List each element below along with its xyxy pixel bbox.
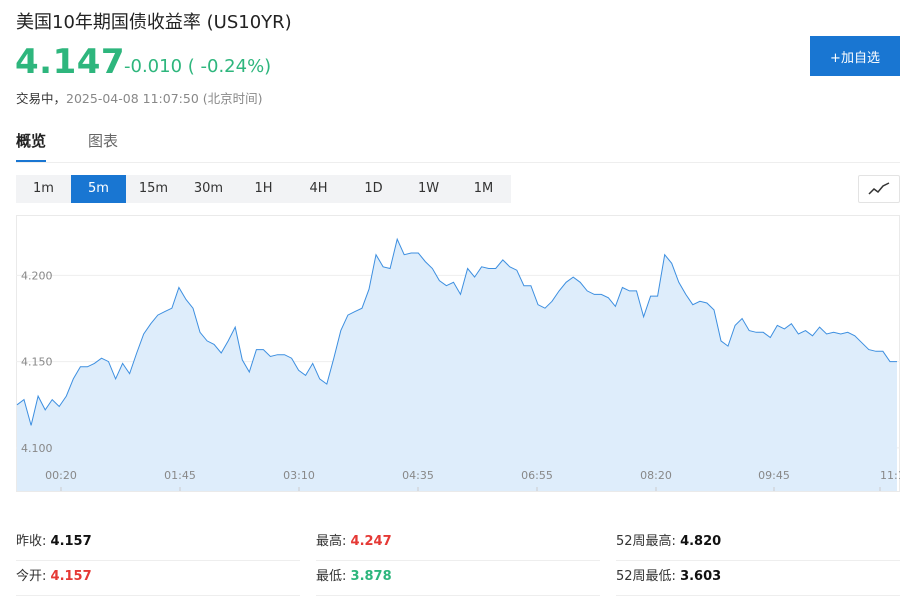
x-tick-label: 08:20 bbox=[640, 469, 672, 482]
current-price: 4.147 bbox=[15, 42, 126, 82]
stat-value: 3.878 bbox=[350, 569, 392, 584]
add-to-watchlist-button[interactable]: +加自选 bbox=[810, 36, 900, 76]
period-4h[interactable]: 4H bbox=[291, 175, 346, 203]
price-change: -0.010 ( -0.24%) bbox=[124, 56, 272, 77]
stat-high: 最高: 4.247 bbox=[316, 530, 600, 561]
stat-open: 今开: 4.157 bbox=[16, 565, 300, 596]
stat-label: 最低: bbox=[316, 569, 347, 584]
stat-label: 最高: bbox=[316, 534, 347, 549]
trading-status: 交易中，2025-04-08 11:07:50 (北京时间) bbox=[16, 88, 263, 107]
y-tick-label: 4.100 bbox=[21, 442, 53, 455]
period-5m[interactable]: 5m bbox=[71, 175, 126, 203]
y-tick-label: 4.150 bbox=[21, 356, 53, 369]
x-tick-label: 11:1 bbox=[880, 469, 900, 482]
x-tick-label: 00:20 bbox=[45, 469, 77, 482]
stat-prev-close: 昨收: 4.157 bbox=[16, 530, 300, 561]
status-label: 交易中， bbox=[16, 91, 67, 106]
chart-type-button[interactable] bbox=[858, 175, 900, 203]
stat-label: 52周最高: bbox=[616, 534, 676, 549]
price-chart[interactable]: 4.100 4.150 4.200 00:20 01:45 03:10 04:35 06:55… bbox=[16, 215, 900, 519]
stat-label: 52周最低: bbox=[616, 569, 676, 584]
period-1h[interactable]: 1H bbox=[236, 175, 291, 203]
stat-52w-high: 52周最高: 4.820 bbox=[616, 530, 900, 561]
stat-value: 4.820 bbox=[680, 534, 722, 549]
x-tick-label: 04:35 bbox=[402, 469, 434, 482]
stat-value: 4.247 bbox=[350, 534, 392, 549]
x-tick-label: 09:45 bbox=[758, 469, 790, 482]
tab-bar: 概览 图表 bbox=[16, 130, 900, 163]
y-tick-label: 4.200 bbox=[21, 269, 53, 282]
tab-overview[interactable]: 概览 bbox=[16, 130, 47, 162]
period-1d[interactable]: 1D bbox=[346, 175, 401, 203]
x-tick-label: 06:55 bbox=[521, 469, 553, 482]
period-1w[interactable]: 1W bbox=[401, 175, 456, 203]
x-tick-label: 03:10 bbox=[283, 469, 315, 482]
stat-value: 3.603 bbox=[680, 569, 722, 584]
stat-label: 昨收: bbox=[16, 534, 47, 549]
status-timestamp: 2025-04-08 11:07:50 (北京时间) bbox=[66, 91, 263, 106]
period-15m[interactable]: 15m bbox=[126, 175, 181, 203]
instrument-title: 美国10年期国债收益率 (US10YR) bbox=[16, 12, 292, 33]
period-selector: 1m 5m 15m 30m 1H 4H 1D 1W 1M bbox=[16, 175, 511, 203]
x-tick-label: 01:45 bbox=[164, 469, 196, 482]
period-30m[interactable]: 30m bbox=[181, 175, 236, 203]
stat-value: 4.157 bbox=[50, 569, 92, 584]
tab-chart[interactable]: 图表 bbox=[88, 130, 118, 160]
stat-52w-low: 52周最低: 3.603 bbox=[616, 565, 900, 596]
period-1m[interactable]: 1m bbox=[16, 175, 71, 203]
period-1mo[interactable]: 1M bbox=[456, 175, 511, 203]
stat-label: 今开: bbox=[16, 569, 47, 584]
line-chart-icon bbox=[868, 182, 890, 195]
stat-value: 4.157 bbox=[50, 534, 92, 549]
chart-canvas: 4.100 4.150 4.200 00:20 01:45 03:10 04:35 06:55… bbox=[16, 215, 900, 492]
stat-low: 最低: 3.878 bbox=[316, 565, 600, 596]
